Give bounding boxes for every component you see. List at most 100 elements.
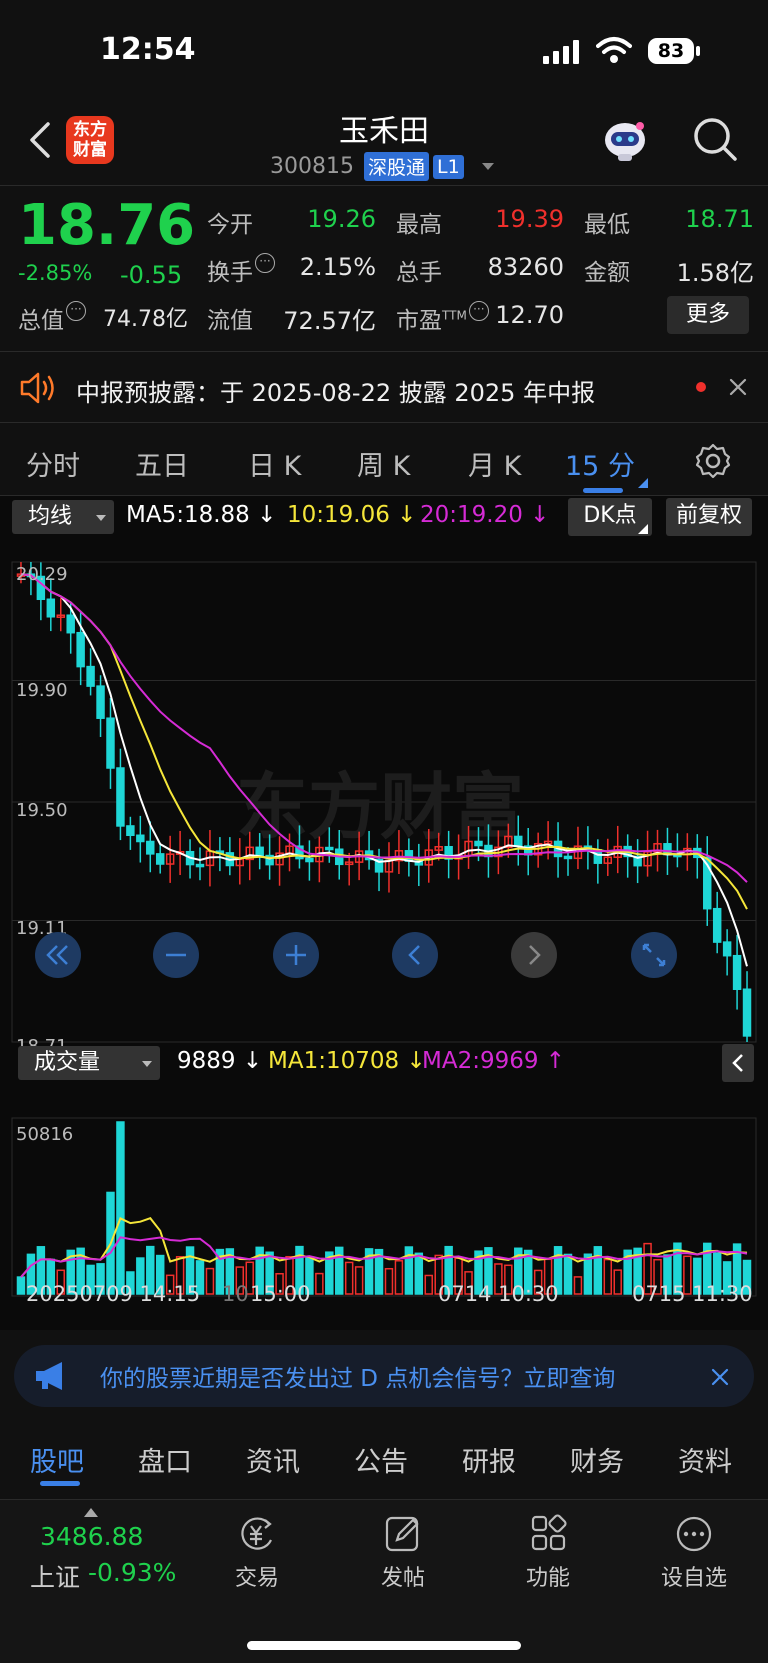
tab-15min[interactable]: 15 分	[565, 444, 635, 483]
volume-bar	[344, 1261, 354, 1295]
grid-icon	[531, 1514, 567, 1551]
float-label: 流值	[207, 308, 253, 334]
caret-up-icon[interactable]	[84, 1508, 98, 1517]
tab-announcements[interactable]: 公告	[354, 1440, 408, 1479]
close-icon[interactable]	[710, 1367, 730, 1387]
turnover-label: 换手 ···	[207, 253, 275, 287]
indicator-select[interactable]: 均线	[12, 500, 114, 534]
volume-bar	[593, 1246, 603, 1295]
bottom-bar: 3486.88 上证 -0.93% 交易 发帖 功能 设自选	[0, 1500, 768, 1663]
collapse-button[interactable]	[722, 1044, 754, 1082]
volume-bar	[394, 1260, 404, 1295]
mktcap-value: 74.78亿	[103, 307, 188, 332]
unread-dot	[696, 382, 706, 392]
candle-body	[136, 834, 145, 843]
status-time: 12:54	[100, 32, 196, 67]
candle-body	[722, 941, 732, 957]
tab-intraday[interactable]: 分时	[26, 444, 80, 483]
chevron-right-icon	[529, 945, 541, 965]
volume-bar	[603, 1258, 613, 1295]
megaphone-icon	[36, 1362, 62, 1390]
promo-text: 你的股票近期是否发出过 D 点机会信号？立即查询	[100, 1366, 616, 1392]
volume-label: 总手	[396, 260, 442, 286]
zoom-in-button[interactable]	[273, 932, 319, 978]
candle-body	[86, 665, 95, 687]
candle-body	[106, 717, 115, 769]
tab-news[interactable]: 资讯	[246, 1440, 300, 1479]
amount-value: 1.58亿	[676, 259, 754, 287]
ma-legend-row: 均线 MA5:18.88 ↓ 10:19.06 ↓ 20:19.20 ↓ DK点…	[0, 498, 768, 538]
volume-indicator-select[interactable]: 成交量	[18, 1046, 160, 1080]
scroll-left-button[interactable]	[392, 932, 438, 978]
zoom-out-button[interactable]	[153, 932, 199, 978]
volume-bar	[424, 1274, 433, 1295]
vol-ma1-value: MA1:10708 ↓	[268, 1048, 426, 1074]
scroll-to-start-button[interactable]	[35, 932, 81, 978]
plus-icon	[286, 945, 306, 965]
price-tick-label: 19.50	[16, 800, 68, 821]
date-label: 20250709 14:15	[26, 1282, 201, 1306]
functions-button[interactable]: 功能	[498, 1514, 598, 1592]
tab-monthly-k[interactable]: 月 K	[468, 444, 521, 483]
ma20-value: 20:19.20 ↓	[420, 502, 550, 528]
candle-body	[96, 685, 105, 719]
candle-body	[126, 825, 135, 837]
notice-bar[interactable]: 中报预披露：于 2025-08-22 披露 2025 年中报	[0, 353, 768, 423]
gear-icon[interactable]	[694, 442, 732, 480]
index-change: -0.93%	[88, 1558, 177, 1587]
kline-chart-area: 均线 MA5:18.88 ↓ 10:19.06 ↓ 20:19.20 ↓ DK点…	[0, 496, 768, 1330]
date-label: 0714 10:30	[438, 1282, 559, 1306]
volume-bar	[16, 1276, 26, 1295]
minus-icon	[166, 953, 186, 957]
scroll-right-button[interactable]	[511, 932, 557, 978]
search-icon[interactable]	[690, 114, 740, 164]
promo-banner[interactable]: 你的股票近期是否发出过 D 点机会信号？立即查询	[14, 1345, 754, 1407]
volume-bar	[315, 1272, 324, 1295]
vol-ma2-value: MA2:9969 ↑	[422, 1048, 566, 1074]
fullscreen-button[interactable]	[631, 932, 677, 978]
candle-body	[732, 954, 742, 990]
info-icon[interactable]: ···	[66, 301, 86, 321]
open-value: 19.26	[307, 205, 376, 233]
tab-research[interactable]: 研报	[462, 1440, 516, 1479]
tab-profile[interactable]: 资料	[678, 1440, 732, 1479]
info-icon[interactable]: ···	[255, 253, 275, 273]
notice-text: 中报预披露：于 2025-08-22 披露 2025 年中报	[76, 379, 596, 407]
trade-button[interactable]: 交易	[207, 1514, 307, 1592]
candle-body	[742, 988, 752, 1037]
candle-body	[146, 840, 155, 855]
candle-body	[155, 853, 165, 865]
tab-orderbook[interactable]: 盘口	[138, 1440, 192, 1479]
add-watchlist-button[interactable]: 设自选	[644, 1514, 744, 1592]
close-icon[interactable]	[728, 377, 748, 397]
volume-bar	[384, 1267, 394, 1295]
high-label: 最高	[396, 212, 442, 238]
high-value: 19.39	[495, 205, 564, 233]
volume-bar	[613, 1269, 622, 1295]
volume-bar	[414, 1252, 424, 1295]
tab-weekly-k[interactable]: 周 K	[357, 444, 410, 483]
chevron-left-icon	[732, 1054, 743, 1072]
volume-max-label: 50816	[16, 1124, 73, 1145]
price-tick-label: 19.90	[16, 680, 68, 701]
tab-forum[interactable]: 股吧	[30, 1440, 84, 1479]
candle-body	[46, 598, 56, 618]
post-button[interactable]: 发帖	[353, 1514, 453, 1592]
tab-five-day[interactable]: 五日	[135, 444, 189, 483]
candle-body	[514, 835, 523, 847]
open-label: 今开	[207, 212, 253, 238]
volume-bar	[116, 1121, 125, 1295]
index-value[interactable]: 3486.88	[40, 1522, 143, 1551]
stock-subtitle[interactable]: 300815 深股通 L1	[270, 152, 494, 181]
date-label: 15:00	[250, 1282, 311, 1306]
tab-daily-k[interactable]: 日 K	[248, 444, 301, 483]
corner-triangle-icon	[638, 524, 648, 534]
robot-assistant-icon[interactable]	[600, 114, 650, 164]
more-button[interactable]: 更多	[667, 296, 749, 334]
double-chevron-left-icon	[46, 945, 68, 965]
forward-adjust-button[interactable]: 前复权	[666, 498, 752, 536]
expand-icon	[642, 943, 666, 967]
float-value: 72.57亿	[283, 307, 376, 335]
tab-financials[interactable]: 财务	[570, 1440, 624, 1479]
chevron-down-icon	[481, 163, 494, 170]
